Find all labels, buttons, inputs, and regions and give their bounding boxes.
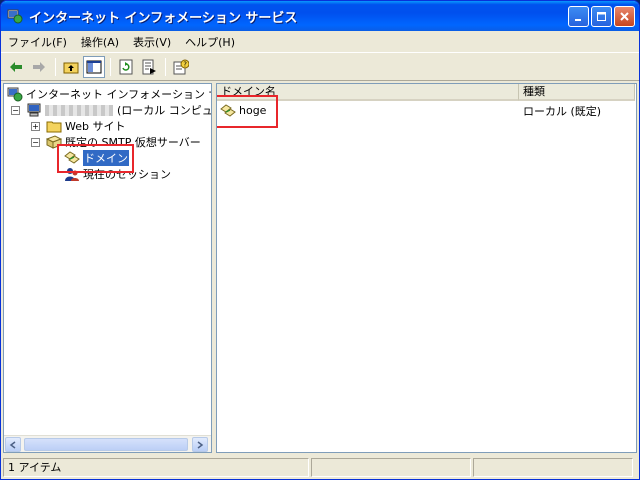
up-one-level-button[interactable] — [60, 56, 82, 78]
column-header-type[interactable]: 種類 — [519, 84, 635, 101]
collapse-computer-toggle[interactable]: − — [11, 106, 20, 115]
tree-label-computer: (ローカル コンピュータ) — [117, 104, 212, 117]
scroll-right-button[interactable] — [192, 437, 208, 452]
tree-item-iis-root[interactable]: インターネット インフォメーション サービス — [7, 86, 211, 102]
menu-action[interactable]: 操作(A) — [74, 32, 126, 52]
maximize-icon — [597, 12, 606, 21]
right-arrow-icon — [197, 440, 204, 449]
mmc-window: インターネット インフォメーション サービス ファイル(F) 操作(A) 表示(… — [0, 0, 640, 480]
back-arrow-icon — [10, 62, 22, 72]
minimize-icon — [575, 19, 581, 21]
collapse-smtp-toggle[interactable]: − — [31, 138, 40, 147]
menu-help[interactable]: ヘルプ(H) — [178, 32, 242, 52]
forward-arrow-icon — [33, 62, 45, 72]
red-annotation-box-hoge — [217, 95, 278, 128]
scroll-thumb[interactable] — [24, 438, 188, 451]
show-hide-tree-button[interactable] — [83, 56, 105, 78]
tree-item-websites[interactable]: Web サイト — [46, 118, 125, 134]
list-pane[interactable]: ドメイン名 種類 hoge ローカル (既定) — [216, 83, 637, 453]
iis-app-icon — [7, 9, 23, 24]
iis-root-icon — [7, 87, 23, 102]
folder-icon — [46, 121, 62, 133]
maximize-button[interactable] — [591, 6, 612, 27]
status-item-count: 1 アイテム — [3, 458, 309, 477]
tree-horizontal-scrollbar[interactable] — [4, 435, 211, 452]
list-row[interactable]: hoge ローカル (既定) — [217, 102, 636, 119]
close-icon — [620, 12, 629, 21]
toolbar-separator — [165, 58, 166, 76]
forward-button[interactable] — [28, 56, 50, 78]
properties-help-button[interactable]: ? — [170, 56, 192, 78]
export-list-button[interactable] — [138, 56, 160, 78]
minimize-button[interactable] — [568, 6, 589, 27]
window-title: インターネット インフォメーション サービス — [29, 10, 298, 26]
tree-item-computer[interactable]: (ローカル コンピュータ) — [26, 102, 212, 118]
up-folder-icon — [63, 62, 79, 74]
tree-pane[interactable]: インターネット インフォメーション サービス − (ローカル コンピュータ) +… — [3, 83, 212, 453]
computer-icon — [27, 103, 41, 117]
scroll-left-button[interactable] — [5, 437, 21, 452]
toolbar-separator — [55, 58, 56, 76]
status-panel-3 — [473, 458, 633, 477]
refresh-icon — [119, 59, 133, 75]
show-tree-icon — [86, 60, 102, 74]
menu-view[interactable]: 表示(V) — [126, 32, 178, 52]
tree-label-iis-root: インターネット インフォメーション サービス — [26, 88, 211, 101]
close-button[interactable] — [614, 6, 635, 27]
svg-text:?: ? — [183, 61, 187, 69]
toolbar: ? — [1, 54, 639, 81]
domain-type-cell: ローカル (既定) — [523, 104, 602, 118]
export-list-icon — [142, 59, 156, 75]
status-bar: 1 アイテム — [1, 456, 639, 479]
toolbar-separator — [110, 58, 111, 76]
properties-help-icon: ? — [173, 59, 189, 75]
menu-file[interactable]: ファイル(F) — [1, 32, 74, 52]
expand-website-toggle[interactable]: + — [31, 122, 40, 131]
left-arrow-icon — [9, 440, 16, 449]
status-panel-2 — [311, 458, 471, 477]
red-annotation-box-domain-tree — [57, 144, 134, 173]
back-button[interactable] — [5, 56, 27, 78]
refresh-button[interactable] — [115, 56, 137, 78]
list-header: ドメイン名 種類 — [217, 84, 636, 101]
tree-label-websites: Web サイト — [65, 120, 126, 133]
menu-bar: ファイル(F) 操作(A) 表示(V) ヘルプ(H) — [1, 31, 639, 53]
title-bar[interactable]: インターネット インフォメーション サービス — [1, 1, 639, 31]
redacted-computer-name — [45, 104, 113, 116]
